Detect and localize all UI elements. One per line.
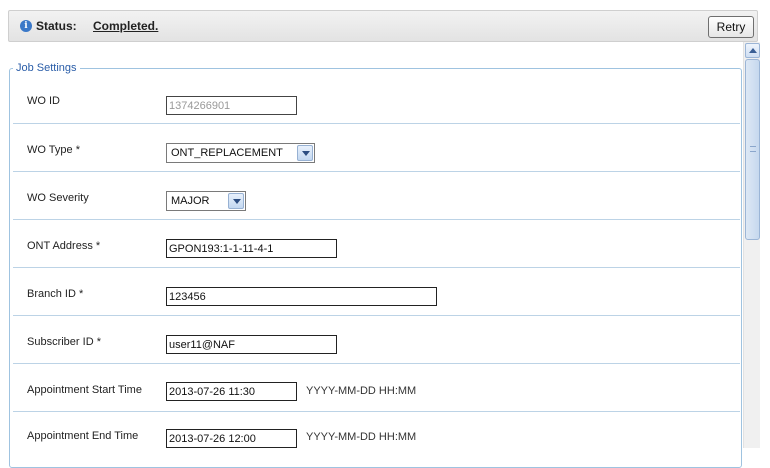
wo-severity-label: WO Severity — [27, 192, 89, 204]
appointment-end-row: Appointment End Time YYYY-MM-DD HH:MM — [13, 412, 740, 460]
wo-id-label: WO ID — [27, 95, 60, 107]
branch-id-row: Branch ID * — [13, 268, 740, 316]
appointment-end-format-hint: YYYY-MM-DD HH:MM — [306, 431, 417, 443]
subscriber-id-label: Subscriber ID * — [27, 336, 101, 348]
wo-severity-select[interactable]: MAJOR — [166, 191, 246, 211]
job-settings-legend: Job Settings — [13, 62, 80, 74]
scroll-thumb[interactable] — [745, 59, 760, 240]
ont-address-label: ONT Address * — [27, 240, 101, 252]
wo-type-row: WO Type * ONT_REPLACEMENT — [13, 124, 740, 172]
wo-type-selected: ONT_REPLACEMENT — [171, 147, 283, 159]
appointment-start-label: Appointment Start Time — [27, 384, 142, 396]
ont-address-row: ONT Address * — [13, 220, 740, 268]
wo-id-field[interactable] — [166, 96, 297, 115]
branch-id-label: Branch ID * — [27, 288, 84, 300]
status-value-link[interactable]: Completed. — [93, 19, 158, 33]
subscriber-id-row: Subscriber ID * — [13, 316, 740, 364]
wo-severity-selected: MAJOR — [171, 195, 210, 207]
appointment-end-field[interactable] — [166, 429, 297, 448]
appointment-end-label: Appointment End Time — [27, 430, 139, 442]
wo-type-select[interactable]: ONT_REPLACEMENT — [166, 143, 315, 163]
wo-id-row: WO ID — [13, 76, 740, 124]
wo-severity-row: WO Severity MAJOR — [13, 172, 740, 220]
branch-id-field[interactable] — [166, 287, 437, 306]
retry-button[interactable]: Retry — [708, 16, 754, 38]
grip-icon — [750, 146, 756, 152]
appointment-start-field[interactable] — [166, 382, 297, 401]
appointment-start-row: Appointment Start Time YYYY-MM-DD HH:MM — [13, 364, 740, 412]
subscriber-id-field[interactable] — [166, 335, 337, 354]
status-bar: i Status: Completed. Retry — [8, 10, 758, 42]
vertical-scrollbar[interactable] — [743, 42, 760, 448]
appointment-start-format-hint: YYYY-MM-DD HH:MM — [306, 385, 417, 397]
scroll-up-arrow-icon[interactable] — [745, 43, 760, 58]
chevron-down-icon[interactable] — [228, 193, 244, 209]
chevron-down-icon[interactable] — [297, 145, 313, 161]
info-icon: i — [20, 20, 32, 32]
ont-address-field[interactable] — [166, 239, 337, 258]
status-label: Status: — [36, 19, 77, 33]
wo-type-label: WO Type * — [27, 144, 80, 156]
